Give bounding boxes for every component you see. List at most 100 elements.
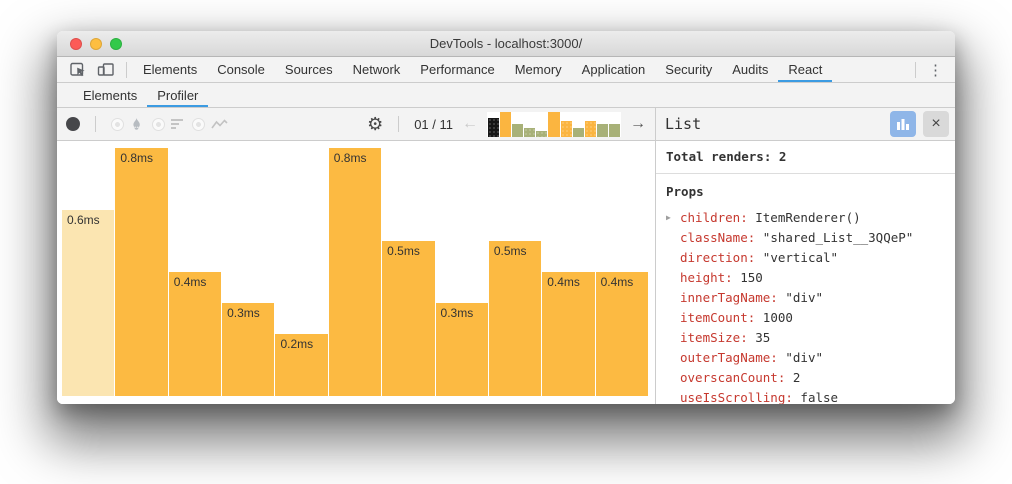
tab-security[interactable]: Security (655, 57, 722, 82)
commit-bar[interactable]: 0.3ms (222, 303, 274, 396)
disclosure-triangle-icon[interactable]: ▶ (666, 213, 671, 222)
prop-value: "div" (778, 290, 823, 305)
prop-row[interactable]: overscanCount: 2 (666, 367, 945, 387)
bar-duration-label: 0.5ms (489, 241, 541, 258)
tab-console[interactable]: Console (207, 57, 275, 82)
tab-application[interactable]: Application (572, 57, 656, 82)
tab-react[interactable]: React (778, 57, 832, 82)
prop-row[interactable]: itemSize: 35 (666, 327, 945, 347)
prop-key: className: (680, 230, 755, 245)
minimap-bar[interactable] (597, 124, 608, 137)
component-name: List (665, 115, 883, 133)
tab-performance[interactable]: Performance (410, 57, 504, 82)
bar-duration-label: 0.4ms (596, 272, 648, 289)
flamegraph-view-option[interactable] (111, 117, 143, 131)
sub-tab-bar-tabs: ElementsProfiler (73, 83, 208, 107)
sub-tab-elements[interactable]: Elements (73, 83, 147, 107)
prop-key: outerTagName: (680, 350, 778, 365)
traffic-lights (70, 38, 122, 50)
props-list: ▶ children: ItemRenderer() className: "sha… (666, 207, 945, 404)
tab-memory[interactable]: Memory (505, 57, 572, 82)
interactions-view-option[interactable] (192, 118, 228, 131)
prop-key: height: (680, 270, 733, 285)
commit-bar-chart: 0.6ms0.8ms0.4ms0.3ms0.2ms0.8ms0.5ms0.3ms… (57, 141, 655, 404)
close-window-button[interactable] (70, 38, 82, 50)
ranked-view-option[interactable] (152, 118, 183, 131)
commit-bar[interactable]: 0.8ms (115, 148, 167, 396)
main-tab-bar-tabs: ElementsConsoleSourcesNetworkPerformance… (133, 57, 832, 82)
minimap-bar[interactable] (573, 128, 584, 137)
prop-key: overscanCount: (680, 370, 785, 385)
toolbar-separator (126, 62, 127, 78)
commit-counter: 01 / 11 (414, 117, 453, 132)
minimap-bar[interactable] (512, 124, 523, 137)
commit-bar[interactable]: 0.4ms (542, 272, 594, 396)
record-button[interactable] (66, 117, 80, 131)
next-commit-arrow-icon[interactable]: → (630, 116, 646, 132)
minimap-bar[interactable] (524, 128, 535, 137)
bar-duration-label: 0.8ms (115, 148, 167, 165)
commit-bar[interactable]: 0.4ms (596, 272, 648, 396)
prop-value: ItemRenderer() (748, 210, 861, 225)
screenshot-stage: DevTools - localhost:3000/ ElementsConso… (0, 0, 1012, 484)
tab-sources[interactable]: Sources (275, 57, 343, 82)
commit-bar[interactable]: 0.8ms (329, 148, 381, 396)
commit-bar[interactable]: 0.3ms (436, 303, 488, 396)
sub-tab-profiler[interactable]: Profiler (147, 83, 208, 107)
prop-value: 35 (748, 330, 771, 345)
prop-key: useIsScrolling: (680, 390, 793, 405)
commit-minimap[interactable] (487, 112, 621, 137)
prop-row[interactable]: className: "shared_List__3QQeP" (666, 227, 945, 247)
zoom-window-button[interactable] (110, 38, 122, 50)
bar-chart-icon (896, 118, 910, 130)
bar-duration-label: 0.4ms (542, 272, 594, 289)
commit-bar[interactable]: 0.6ms (62, 210, 114, 396)
radio-button[interactable] (111, 118, 124, 131)
prop-value: "vertical" (755, 250, 838, 265)
settings-gear-icon[interactable]: ⚙ (367, 115, 383, 133)
commit-bar[interactable]: 0.4ms (169, 272, 221, 396)
commit-bar[interactable]: 0.5ms (489, 241, 541, 396)
commit-bar[interactable]: 0.2ms (275, 334, 327, 396)
minimize-window-button[interactable] (90, 38, 102, 50)
prop-key: children: (680, 210, 748, 225)
prop-row[interactable]: innerTagName: "div" (666, 287, 945, 307)
minimap-bar[interactable] (536, 131, 547, 137)
previous-commit-arrow-icon[interactable]: ← (462, 116, 478, 132)
device-toolbar-icon[interactable] (92, 57, 120, 82)
prop-row[interactable]: outerTagName: "div" (666, 347, 945, 367)
prop-row[interactable]: useIsScrolling: false (666, 387, 945, 404)
render-chart-toggle-button[interactable] (890, 111, 916, 137)
radio-button[interactable] (192, 118, 205, 131)
prop-row[interactable]: itemCount: 1000 (666, 307, 945, 327)
window-titlebar: DevTools - localhost:3000/ (57, 31, 955, 57)
inspect-element-icon[interactable] (65, 57, 92, 82)
window-title: DevTools - localhost:3000/ (430, 36, 582, 51)
bar-duration-label: 0.3ms (222, 303, 274, 320)
minimap-bar[interactable] (609, 124, 620, 137)
more-options-icon[interactable]: ⋮ (922, 61, 949, 79)
minimap-bar[interactable] (548, 112, 559, 137)
prop-row[interactable]: height: 150 (666, 267, 945, 287)
tab-network[interactable]: Network (343, 57, 411, 82)
prop-value: 1000 (755, 310, 793, 325)
bar-duration-label: 0.5ms (382, 241, 434, 258)
minimap-bar[interactable] (488, 118, 499, 137)
prop-row[interactable]: direction: "vertical" (666, 247, 945, 267)
minimap-bar[interactable] (561, 121, 572, 137)
tab-audits[interactable]: Audits (722, 57, 778, 82)
bar-duration-label: 0.2ms (275, 334, 327, 351)
bar-duration-label: 0.3ms (436, 303, 488, 320)
commit-bar[interactable]: 0.5ms (382, 241, 434, 396)
content-area: ⚙ 01 / 11 ← → 0.6ms0.8ms0.4ms0.3ms0.2ms0… (57, 108, 955, 404)
tab-elements[interactable]: Elements (133, 57, 207, 82)
minimap-bar[interactable] (585, 121, 596, 137)
bar-duration-label: 0.8ms (329, 148, 381, 165)
close-panel-button[interactable]: × (923, 111, 949, 137)
line-chart-icon (211, 119, 228, 130)
minimap-bar[interactable] (500, 112, 511, 137)
radio-button[interactable] (152, 118, 165, 131)
main-tab-bar: ElementsConsoleSourcesNetworkPerformance… (57, 57, 955, 83)
ranked-chart-icon (171, 119, 183, 129)
prop-row[interactable]: ▶ children: ItemRenderer() (666, 207, 945, 227)
